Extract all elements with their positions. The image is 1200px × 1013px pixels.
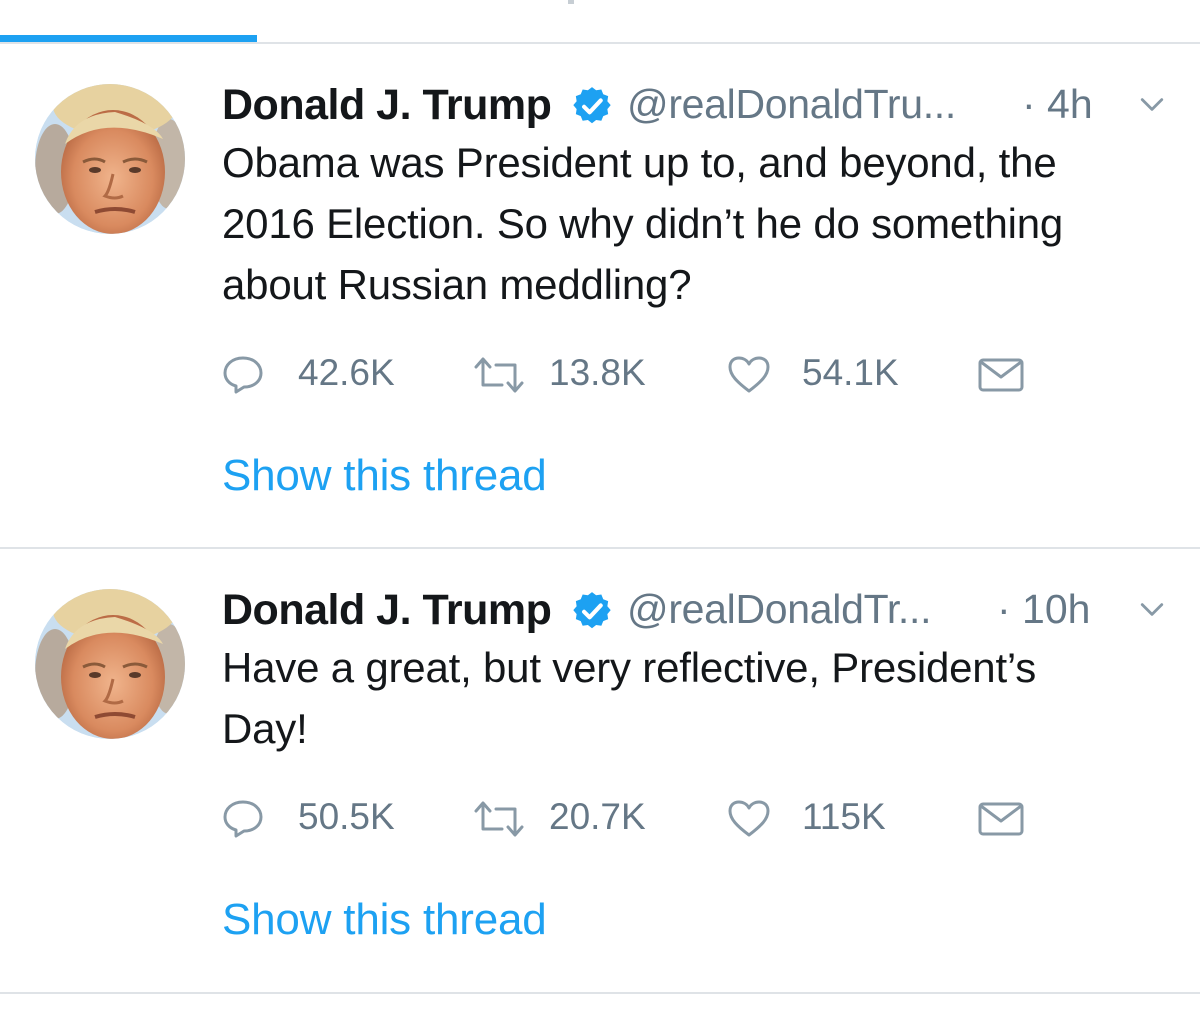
retweet-button[interactable]: 20.7K	[472, 793, 672, 843]
caret-down-icon[interactable]	[1139, 91, 1165, 117]
like-button[interactable]: 115K	[727, 793, 927, 843]
show-thread-link[interactable]: Show this thread	[222, 895, 547, 945]
reply-count: 50.5K	[298, 796, 395, 837]
reply-icon	[223, 356, 263, 394]
reply-count: 42.6K	[298, 352, 395, 393]
retweet-count: 13.8K	[549, 352, 646, 393]
tweet-timestamp[interactable]: · 4h	[1022, 81, 1093, 128]
like-count: 115K	[802, 796, 886, 837]
tweet-text-line: Have a great, but very reflective, Presi…	[222, 644, 1037, 691]
verified-badge-icon	[573, 87, 611, 124]
tweet-actions: 50.5K 20.7K 115K	[222, 793, 1042, 843]
user-handle[interactable]: @realDonaldTr...	[627, 586, 932, 633]
active-tab-indicator[interactable]	[0, 35, 257, 42]
like-count: 54.1K	[802, 352, 899, 393]
tweet-text-line: 2016 Election. So why didn’t he do somet…	[222, 200, 1064, 247]
display-name[interactable]: Donald J. Trump	[222, 586, 552, 635]
tweet-divider	[0, 992, 1200, 994]
tweet-actions: 42.6K 13.8K 54.1K	[222, 349, 1042, 399]
direct-message-button[interactable]	[977, 349, 1037, 399]
direct-message-button[interactable]	[977, 793, 1037, 843]
tweet-timestamp[interactable]: · 10h	[997, 586, 1090, 633]
profile-photo-icon	[35, 84, 185, 234]
retweet-button[interactable]: 13.8K	[472, 349, 672, 399]
tweet-text-line: Day!	[222, 705, 308, 752]
tweet-header: Donald J. Trump @realDonaldTr... · 10h	[222, 584, 1200, 640]
timeline-page: Donald J. Trump @realDonaldTru... · 4h O…	[0, 0, 1200, 1013]
tweet-text: Obama was President up to, and beyond, t…	[222, 132, 1182, 315]
like-button[interactable]: 54.1K	[727, 349, 927, 399]
tab-separator	[568, 0, 574, 4]
verified-badge-icon	[573, 592, 611, 629]
retweet-icon	[474, 357, 524, 393]
reply-icon	[223, 800, 263, 838]
retweet-count: 20.7K	[549, 796, 646, 837]
mail-icon	[978, 802, 1024, 836]
tab-bar	[0, 0, 1200, 44]
reply-button[interactable]: 50.5K	[222, 793, 422, 843]
tweet-text-line: about Russian meddling?	[222, 261, 692, 308]
show-thread-link[interactable]: Show this thread	[222, 451, 547, 501]
tweet-header: Donald J. Trump @realDonaldTru... · 4h	[222, 79, 1200, 135]
profile-photo-icon	[35, 589, 185, 739]
tweet-2[interactable]: Donald J. Trump @realDonaldTr... · 10h H…	[0, 549, 1200, 992]
avatar[interactable]	[35, 589, 185, 739]
caret-down-icon[interactable]	[1139, 596, 1165, 622]
retweet-icon	[474, 801, 524, 837]
like-icon	[728, 356, 770, 393]
user-handle[interactable]: @realDonaldTru...	[627, 81, 956, 128]
mail-icon	[978, 358, 1024, 392]
tweet-text-line: Obama was President up to, and beyond, t…	[222, 139, 1057, 186]
display-name[interactable]: Donald J. Trump	[222, 81, 552, 130]
avatar[interactable]	[35, 84, 185, 234]
tweet-1[interactable]: Donald J. Trump @realDonaldTru... · 4h O…	[0, 44, 1200, 547]
like-icon	[728, 800, 770, 837]
reply-button[interactable]: 42.6K	[222, 349, 422, 399]
tweet-text: Have a great, but very reflective, Presi…	[222, 637, 1182, 759]
